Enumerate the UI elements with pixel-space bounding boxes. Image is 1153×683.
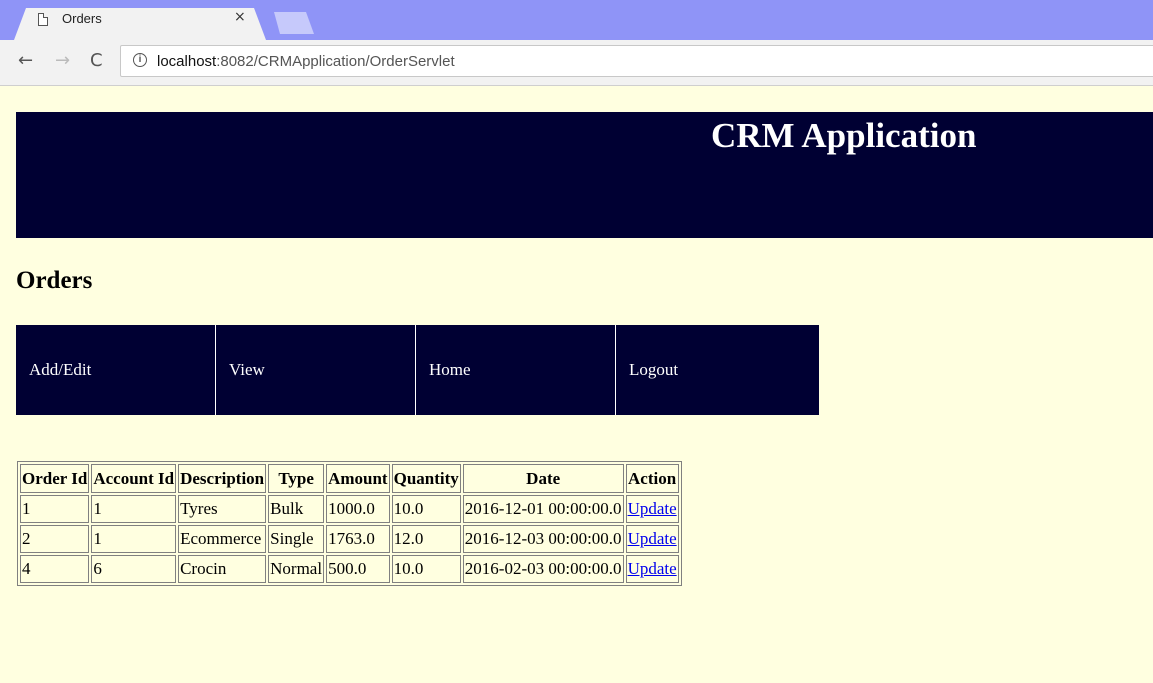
cell-quantity: 10.0: [391, 495, 461, 523]
cell-amount: 1000.0: [326, 495, 390, 523]
new-tab-button[interactable]: [274, 12, 314, 34]
cell-type: Normal: [268, 555, 325, 583]
header-banner: CRM Application: [16, 112, 1153, 238]
url-host: localhost: [157, 53, 217, 70]
cell-quantity: 12.0: [391, 525, 461, 553]
column-header-date: Date: [462, 464, 624, 493]
table-row: 2 1 Ecommerce Single 1763.0 12.0 2016-12…: [20, 525, 679, 553]
cell-order-id: 1: [20, 495, 90, 523]
orders-table: Order Id Account Id Description Type Amo…: [17, 461, 682, 586]
url-text[interactable]: localhost:8082/CRMApplication/OrderServl…: [157, 53, 455, 70]
column-header-type: Type: [268, 464, 325, 493]
url-path: :8082/CRMApplication/OrderServlet: [216, 53, 455, 70]
address-bar[interactable]: i localhost:8082/CRMApplication/OrderSer…: [120, 45, 1153, 77]
cell-type: Bulk: [268, 495, 325, 523]
close-icon[interactable]: ×: [234, 9, 246, 25]
update-link[interactable]: Update: [628, 499, 677, 518]
browser-tab-strip: Orders ×: [0, 0, 1153, 40]
column-header-amount: Amount: [326, 464, 390, 493]
cell-description: Ecommerce: [178, 525, 267, 553]
page-icon: [38, 13, 48, 26]
table-row: 1 1 Tyres Bulk 1000.0 10.0 2016-12-01 00…: [20, 495, 679, 523]
reload-icon[interactable]: C: [90, 50, 103, 71]
cell-account-id: 1: [91, 495, 177, 523]
cell-order-id: 2: [20, 525, 90, 553]
cell-account-id: 1: [91, 525, 177, 553]
cell-action: Update: [625, 495, 679, 523]
browser-toolbar: ← → C i localhost:8082/CRMApplication/Or…: [0, 40, 1153, 86]
app-title: CRM Application: [711, 116, 977, 155]
page-title: Orders: [16, 267, 93, 294]
nav-item-logout[interactable]: Logout: [616, 325, 816, 415]
column-header-action: Action: [625, 464, 679, 493]
cell-date: 2016-12-01 00:00:00.0: [462, 495, 624, 523]
update-link[interactable]: Update: [628, 529, 677, 548]
cell-date: 2016-12-03 00:00:00.0: [462, 525, 624, 553]
back-icon[interactable]: ←: [18, 50, 33, 71]
page-content: CRM Application Orders Add/Edit View Hom…: [0, 86, 1153, 683]
nav-menu: Add/Edit View Home Logout: [16, 325, 819, 415]
cell-description: Crocin: [178, 555, 267, 583]
table-header-row: Order Id Account Id Description Type Amo…: [20, 464, 679, 493]
tab-title: Orders: [62, 11, 102, 26]
cell-date: 2016-02-03 00:00:00.0: [462, 555, 624, 583]
cell-order-id: 4: [20, 555, 90, 583]
column-header-account-id: Account Id: [91, 464, 177, 493]
cell-action: Update: [625, 525, 679, 553]
column-header-description: Description: [178, 464, 267, 493]
forward-icon: →: [55, 50, 71, 71]
cell-account-id: 6: [91, 555, 177, 583]
nav-item-view[interactable]: View: [216, 325, 416, 415]
nav-item-add-edit[interactable]: Add/Edit: [16, 325, 216, 415]
info-icon[interactable]: i: [133, 53, 147, 67]
browser-tab-orders[interactable]: [14, 8, 266, 40]
cell-quantity: 10.0: [391, 555, 461, 583]
cell-action: Update: [625, 555, 679, 583]
nav-item-home[interactable]: Home: [416, 325, 616, 415]
column-header-order-id: Order Id: [20, 464, 90, 493]
cell-amount: 1763.0: [326, 525, 390, 553]
cell-amount: 500.0: [326, 555, 390, 583]
update-link[interactable]: Update: [628, 559, 677, 578]
column-header-quantity: Quantity: [391, 464, 461, 493]
cell-description: Tyres: [178, 495, 267, 523]
cell-type: Single: [268, 525, 325, 553]
table-row: 4 6 Crocin Normal 500.0 10.0 2016-02-03 …: [20, 555, 679, 583]
